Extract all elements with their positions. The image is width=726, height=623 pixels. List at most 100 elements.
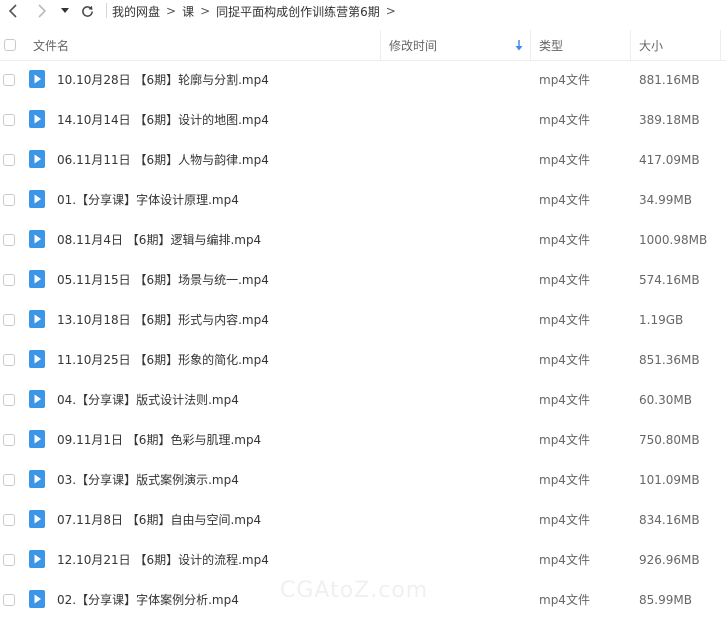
- file-type: mp4文件: [539, 393, 590, 407]
- video-file-icon: [29, 310, 45, 328]
- column-header-modified[interactable]: 修改时间: [389, 30, 437, 60]
- file-size: 85.99MB: [639, 593, 692, 607]
- column-header-type[interactable]: 类型: [539, 30, 563, 60]
- forward-button[interactable]: [31, 0, 53, 22]
- file-row[interactable]: 08.11月4日 【6期】逻辑与编排.mp4 mp4文件 1000.98MB: [0, 220, 726, 260]
- sort-down-arrow-icon[interactable]: [515, 30, 523, 60]
- file-type: mp4文件: [539, 433, 590, 447]
- video-file-icon: [29, 190, 45, 208]
- top-nav-bar: 我的网盘 > 课 > 同捉平面构成创作训练营第6期 >: [0, 0, 726, 22]
- file-size: 1.19GB: [639, 313, 684, 327]
- breadcrumb-item-course[interactable]: 课: [182, 3, 194, 20]
- file-type: mp4文件: [539, 353, 590, 367]
- row-checkbox[interactable]: [3, 474, 15, 486]
- chevron-left-icon: [8, 4, 17, 18]
- file-name[interactable]: 01.【分享课】字体设计原理.mp4: [57, 180, 239, 220]
- row-checkbox[interactable]: [3, 594, 15, 606]
- video-file-icon: [29, 230, 45, 248]
- file-type: mp4文件: [539, 273, 590, 287]
- breadcrumb-item-current[interactable]: 同捉平面构成创作训练营第6期: [216, 3, 380, 20]
- file-type: mp4文件: [539, 193, 590, 207]
- file-row[interactable]: 05.11月15日 【6期】场景与统一.mp4 mp4文件 574.16MB: [0, 260, 726, 300]
- file-row[interactable]: 04.【分享课】版式设计法则.mp4 mp4文件 60.30MB: [0, 380, 726, 420]
- file-row[interactable]: 12.10月21日 【6期】设计的流程.mp4 mp4文件 926.96MB: [0, 540, 726, 580]
- select-all-checkbox-cell: [4, 30, 16, 60]
- file-row[interactable]: 11.10月25日 【6期】形象的简化.mp4 mp4文件 851.36MB: [0, 340, 726, 380]
- file-name[interactable]: 12.10月21日 【6期】设计的流程.mp4: [57, 540, 269, 580]
- back-button[interactable]: [2, 0, 24, 22]
- column-divider[interactable]: [530, 30, 531, 60]
- video-file-icon: [29, 150, 45, 168]
- row-checkbox[interactable]: [3, 434, 15, 446]
- file-size: 881.16MB: [639, 73, 700, 87]
- column-divider[interactable]: [380, 30, 381, 60]
- video-file-icon: [29, 350, 45, 368]
- row-checkbox[interactable]: [3, 114, 15, 126]
- file-size: 574.16MB: [639, 273, 700, 287]
- file-name[interactable]: 05.11月15日 【6期】场景与统一.mp4: [57, 260, 269, 300]
- refresh-icon: [81, 5, 93, 17]
- video-file-icon: [29, 70, 45, 88]
- file-row[interactable]: 06.11月11日 【6期】人物与韵律.mp4 mp4文件 417.09MB: [0, 140, 726, 180]
- file-size: 101.09MB: [639, 473, 700, 487]
- file-row[interactable]: 07.11月8日 【6期】自由与空间.mp4 mp4文件 834.16MB: [0, 500, 726, 540]
- video-file-icon: [29, 110, 45, 128]
- file-row[interactable]: 03.【分享课】版式案例演示.mp4 mp4文件 101.09MB: [0, 460, 726, 500]
- row-checkbox[interactable]: [3, 154, 15, 166]
- file-type: mp4文件: [539, 513, 590, 527]
- history-dropdown-button[interactable]: [58, 0, 72, 22]
- column-header-name[interactable]: 文件名: [33, 30, 69, 60]
- file-row[interactable]: 14.10月14日 【6期】设计的地图.mp4 mp4文件 389.18MB: [0, 100, 726, 140]
- file-name[interactable]: 04.【分享课】版式设计法则.mp4: [57, 380, 239, 420]
- file-name[interactable]: 07.11月8日 【6期】自由与空间.mp4: [57, 500, 261, 540]
- file-size: 750.80MB: [639, 433, 700, 447]
- row-checkbox[interactable]: [3, 234, 15, 246]
- select-all-checkbox[interactable]: [4, 39, 16, 51]
- column-header-size[interactable]: 大小: [639, 30, 663, 60]
- file-name[interactable]: 09.11月1日 【6期】色彩与肌理.mp4: [57, 420, 261, 460]
- row-checkbox[interactable]: [3, 394, 15, 406]
- file-name[interactable]: 11.10月25日 【6期】形象的简化.mp4: [57, 340, 269, 380]
- breadcrumb: 我的网盘 > 课 > 同捉平面构成创作训练营第6期 >: [112, 0, 402, 22]
- file-row[interactable]: 09.11月1日 【6期】色彩与肌理.mp4 mp4文件 750.80MB: [0, 420, 726, 460]
- file-name[interactable]: 08.11月4日 【6期】逻辑与编排.mp4: [57, 220, 261, 260]
- file-size: 60.30MB: [639, 393, 692, 407]
- file-row[interactable]: 13.10月18日 【6期】形式与内容.mp4 mp4文件 1.19GB: [0, 300, 726, 340]
- file-name[interactable]: 10.10月28日 【6期】轮廓与分割.mp4: [57, 60, 269, 100]
- file-row[interactable]: 01.【分享课】字体设计原理.mp4 mp4文件 34.99MB: [0, 180, 726, 220]
- file-name[interactable]: 14.10月14日 【6期】设计的地图.mp4: [57, 100, 269, 140]
- file-type: mp4文件: [539, 153, 590, 167]
- file-size: 1000.98MB: [639, 233, 708, 247]
- video-file-icon: [29, 510, 45, 528]
- row-checkbox[interactable]: [3, 354, 15, 366]
- breadcrumb-item-root[interactable]: 我的网盘: [112, 3, 160, 20]
- toolbar-divider: [106, 3, 107, 18]
- video-file-icon: [29, 390, 45, 408]
- file-type: mp4文件: [539, 473, 590, 487]
- column-divider[interactable]: [720, 30, 721, 60]
- file-type: mp4文件: [539, 593, 590, 607]
- breadcrumb-separator: >: [166, 4, 177, 18]
- file-size: 851.36MB: [639, 353, 700, 367]
- row-checkbox[interactable]: [3, 514, 15, 526]
- row-checkbox[interactable]: [3, 314, 15, 326]
- row-checkbox[interactable]: [3, 194, 15, 206]
- row-checkbox[interactable]: [3, 554, 15, 566]
- video-file-icon: [29, 590, 45, 608]
- column-divider[interactable]: [630, 30, 631, 60]
- row-checkbox[interactable]: [3, 74, 15, 86]
- file-name[interactable]: 03.【分享课】版式案例演示.mp4: [57, 460, 239, 500]
- refresh-button[interactable]: [77, 0, 97, 22]
- breadcrumb-separator: >: [385, 4, 396, 18]
- file-type: mp4文件: [539, 233, 590, 247]
- file-name[interactable]: 02.【分享课】字体案例分析.mp4: [57, 580, 239, 620]
- file-name[interactable]: 06.11月11日 【6期】人物与韵律.mp4: [57, 140, 269, 180]
- file-size: 389.18MB: [639, 113, 700, 127]
- video-file-icon: [29, 470, 45, 488]
- row-checkbox[interactable]: [3, 274, 15, 286]
- file-name[interactable]: 13.10月18日 【6期】形式与内容.mp4: [57, 300, 269, 340]
- file-type: mp4文件: [539, 73, 590, 87]
- file-list-header: 文件名 修改时间 类型 大小: [0, 30, 726, 61]
- file-row[interactable]: 10.10月28日 【6期】轮廓与分割.mp4 mp4文件 881.16MB: [0, 60, 726, 100]
- file-type: mp4文件: [539, 553, 590, 567]
